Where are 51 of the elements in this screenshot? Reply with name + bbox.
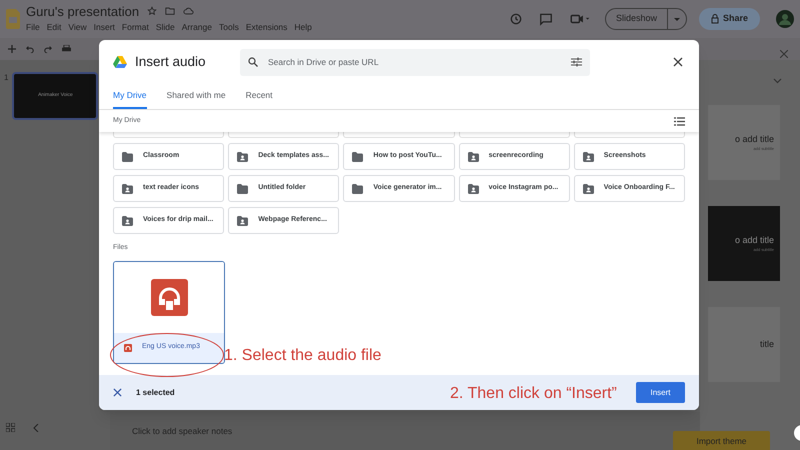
menu-item[interactable]: Arrange: [182, 20, 212, 34]
cloud-icon[interactable]: [183, 6, 194, 16]
close-icon[interactable]: [673, 57, 683, 67]
theme-title: o add title: [734, 132, 774, 146]
theme-preview[interactable]: title: [708, 307, 780, 382]
search-icon: [248, 56, 258, 66]
menu-item[interactable]: Format: [122, 20, 149, 34]
annotation-text: 2. Then click on “Insert”: [450, 384, 617, 404]
theme-title: title: [760, 338, 774, 351]
tab[interactable]: My Drive: [113, 84, 147, 109]
video-camera-icon[interactable]: [568, 12, 591, 26]
annotation-text: 1. Select the audio file: [224, 346, 382, 366]
avatar-icon[interactable]: [776, 10, 794, 28]
slide-number: 1: [4, 72, 8, 84]
list-view-icon[interactable]: [674, 116, 685, 126]
print-icon[interactable]: [62, 45, 71, 53]
redo-icon[interactable]: [44, 45, 52, 53]
grid-view-icon[interactable]: [6, 423, 15, 432]
filter-icon[interactable]: [571, 56, 582, 66]
document-title[interactable]: Guru's presentation: [26, 4, 140, 18]
menu-item[interactable]: Extensions: [246, 20, 288, 34]
theme-title: o add title: [734, 234, 774, 247]
lock-icon: [710, 14, 719, 24]
import-theme-button[interactable]: Import theme: [673, 431, 770, 450]
tab[interactable]: Recent: [246, 84, 273, 109]
menu-item[interactable]: View: [68, 20, 87, 34]
tab[interactable]: Shared with me: [166, 84, 226, 109]
menu-item[interactable]: Help: [294, 20, 312, 34]
folder-icon[interactable]: [165, 6, 176, 16]
headphones-icon: [150, 278, 188, 316]
menu-item[interactable]: Edit: [46, 20, 62, 34]
selection-count: 1 selected: [136, 386, 175, 398]
menu-item[interactable]: Tools: [218, 20, 239, 34]
chevron-down-icon[interactable]: [773, 78, 782, 84]
history-icon[interactable]: [508, 12, 523, 26]
share-button[interactable]: Share: [698, 8, 760, 30]
menu-item[interactable]: File: [26, 20, 40, 34]
slides-logo-icon: [6, 9, 20, 29]
search-field[interactable]: Search in Drive or paste URL: [240, 48, 590, 76]
comment-icon[interactable]: [538, 12, 553, 26]
insert-button[interactable]: Insert: [636, 382, 685, 403]
dialog-title: Insert audio: [135, 52, 207, 71]
undo-icon[interactable]: [26, 45, 34, 53]
chevron-left-icon[interactable]: [33, 424, 39, 432]
drive-logo-icon: [113, 56, 127, 68]
plus-icon[interactable]: [8, 45, 16, 53]
menu-item[interactable]: Slide: [156, 20, 175, 34]
close-icon[interactable]: [113, 388, 122, 397]
star-icon[interactable]: [147, 6, 158, 16]
menu-item[interactable]: Insert: [94, 20, 115, 34]
headphones-icon: [124, 344, 132, 352]
